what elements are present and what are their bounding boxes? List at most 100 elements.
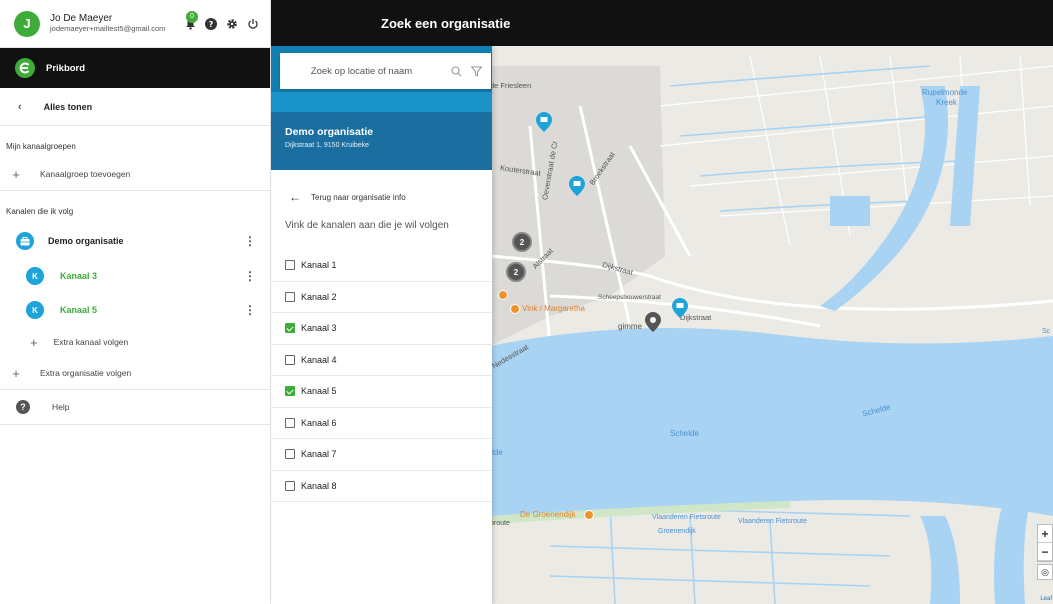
channel-option-label: Kanaal 8: [301, 480, 337, 491]
help-icon[interactable]: ?: [204, 17, 218, 31]
search-box: [280, 53, 491, 89]
organisation-header: Demo organisatie Dijkstraat 1, 9150 Krui…: [271, 112, 492, 170]
poi-marker-icon[interactable]: [498, 290, 508, 300]
map-cluster-marker[interactable]: 2: [506, 262, 526, 282]
channel-checkbox[interactable]: [285, 386, 295, 397]
channel-option-label: Kanaal 5: [301, 386, 337, 397]
map-label: Scheepsbouwerstraat: [598, 294, 661, 301]
avatar[interactable]: J: [14, 10, 40, 37]
channel-checkbox[interactable]: [285, 354, 295, 365]
page-title: Zoek een organisatie: [381, 15, 511, 31]
brand-bar[interactable]: Prikbord: [0, 48, 270, 88]
locate-icon[interactable]: ◎: [1037, 564, 1053, 580]
add-group-label: Kanaalgroep toevoegen: [40, 169, 131, 179]
user-email: jodemaeyer+mailtest5@gmail.com: [50, 23, 166, 33]
channel-checkbox[interactable]: [285, 480, 295, 491]
more-options-icon[interactable]: ⋮: [244, 269, 256, 283]
channel-checkbox[interactable]: [285, 417, 295, 428]
channel-option[interactable]: Kanaal 6: [271, 408, 492, 439]
notification-bell-icon[interactable]: 0: [183, 10, 198, 31]
organisation-label: Demo organisatie: [48, 236, 124, 246]
extra-organisation-button[interactable]: + Extra organisatie volgen: [0, 357, 270, 389]
channel-option-label: Kanaal 4: [301, 354, 337, 365]
organisation-panel: Demo organisatie Dijkstraat 1, 9150 Krui…: [271, 46, 492, 604]
map-label: Rupelmonde: [922, 88, 968, 97]
channel-checkbox[interactable]: [285, 449, 295, 460]
channel-option-label: Kanaal 6: [301, 417, 337, 428]
add-group-button[interactable]: + Kanaalgroep toevoegen: [0, 158, 270, 190]
map-pin-icon[interactable]: [536, 112, 552, 132]
poi-marker-icon[interactable]: [584, 510, 594, 520]
brand-logo-icon: [15, 58, 35, 78]
map-label: Vlaanderen Fietsroute: [738, 518, 807, 525]
zoom-control: + −: [1037, 524, 1053, 562]
channel-option-label: Kanaal 1: [301, 260, 337, 271]
map-cluster-marker[interactable]: 2: [512, 232, 532, 252]
search-icon[interactable]: [449, 64, 463, 78]
map-label: Vink / Margaretha: [522, 304, 585, 313]
channel-option[interactable]: Kanaal 7: [271, 439, 492, 471]
plus-icon: +: [30, 334, 38, 350]
map-label: Sc: [1042, 328, 1051, 335]
channel-option-label: Kanaal 7: [301, 449, 337, 460]
my-groups-heading: Mijn kanaalgroepen: [6, 142, 76, 151]
extra-organisation-label: Extra organisatie volgen: [40, 368, 132, 378]
header-icons: 0 ?: [183, 10, 260, 31]
search-input[interactable]: [280, 65, 443, 77]
show-all-link[interactable]: ‹ Alles tonen: [0, 88, 270, 126]
channel-checkbox[interactable]: [285, 323, 295, 334]
sidebar-item-organisation[interactable]: Demo organisatie ⋮: [0, 223, 270, 259]
organisation-name: Demo organisatie: [285, 126, 374, 138]
channel-option[interactable]: Kanaal 3: [271, 313, 492, 345]
organisation-hero: Demo organisatie Dijkstraat 1, 9150 Krui…: [271, 46, 492, 170]
map-label: broute: [490, 520, 510, 527]
zoom-out-button[interactable]: −: [1038, 543, 1052, 561]
briefcase-icon: [16, 232, 34, 250]
map-pin-icon[interactable]: [672, 298, 688, 318]
sidebar-item-channel[interactable]: K Kanaal 3 ⋮: [0, 259, 270, 293]
plus-icon: +: [12, 166, 20, 182]
organisation-address: Dijkstraat 1, 9150 Kruibeke: [285, 142, 370, 149]
channel-option[interactable]: Kanaal 4: [271, 345, 492, 376]
channel-option[interactable]: Kanaal 1: [271, 250, 492, 282]
help-label: Help: [52, 402, 70, 412]
gear-icon[interactable]: [225, 17, 239, 31]
extra-channel-button[interactable]: + Extra kanaal volgen: [0, 327, 270, 357]
more-options-icon[interactable]: ⋮: [244, 234, 256, 248]
channel-checkbox[interactable]: [285, 260, 295, 271]
top-bar: Zoek een organisatie: [271, 0, 1053, 46]
channel-badge: K: [26, 301, 44, 319]
channel-option[interactable]: Kanaal 2: [271, 282, 492, 313]
channel-label: Kanaal 3: [60, 271, 98, 281]
map-label: gimme: [618, 322, 643, 331]
divider: [0, 424, 270, 425]
map[interactable]: de Friesleen Rupelmonde Kreek Kouterstra…: [490, 46, 1053, 604]
map-pin-icon[interactable]: [569, 176, 585, 196]
chevron-left-icon: ‹: [18, 100, 22, 113]
channel-label: Kanaal 5: [60, 305, 98, 315]
back-to-info-link[interactable]: ← Terug naar organisatie info: [271, 178, 492, 216]
channel-option[interactable]: Kanaal 5: [271, 376, 492, 408]
more-options-icon[interactable]: ⋮: [244, 303, 256, 317]
channel-option[interactable]: Kanaal 8: [271, 471, 492, 502]
poi-marker-icon[interactable]: [510, 304, 520, 314]
map-label: Schelde: [670, 429, 699, 438]
plus-icon: +: [12, 365, 20, 381]
hero-pattern: [271, 92, 492, 112]
channel-checkbox[interactable]: [285, 291, 295, 302]
channel-option-label: Kanaal 2: [301, 291, 337, 302]
user-header: J Jo De Maeyer jodemaeyer+mailtest5@gmai…: [0, 0, 270, 48]
show-all-label: Alles tonen: [43, 101, 93, 112]
zoom-in-button[interactable]: +: [1038, 525, 1052, 543]
map-attribution[interactable]: Leaf: [1040, 596, 1052, 602]
channel-badge: K: [26, 267, 44, 285]
notification-badge: 0: [186, 10, 198, 23]
sidebar-item-channel[interactable]: K Kanaal 5 ⋮: [0, 293, 270, 327]
map-label: Groenendijk: [658, 528, 696, 535]
filter-icon[interactable]: [469, 64, 483, 78]
power-icon[interactable]: [246, 17, 260, 31]
map-label: Kreek: [936, 98, 957, 107]
help-link[interactable]: ? Help: [0, 390, 270, 424]
map-label: lde: [492, 448, 503, 457]
map-pin-selected-icon[interactable]: [645, 312, 661, 332]
